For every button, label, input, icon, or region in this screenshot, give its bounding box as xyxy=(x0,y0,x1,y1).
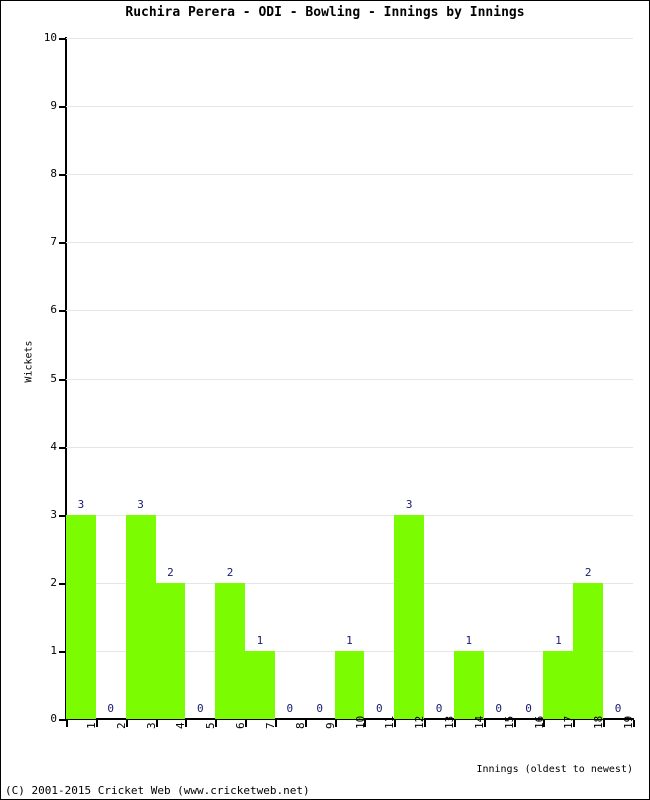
bar-value-label: 2 xyxy=(584,565,592,579)
bar-value-label: 0 xyxy=(495,702,502,715)
x-axis-tick-mark xyxy=(483,720,486,727)
x-axis-tick-mark xyxy=(304,720,307,727)
bar-value-label: 1 xyxy=(465,633,473,647)
y-axis-tick-mark xyxy=(59,106,66,109)
gridline xyxy=(66,38,633,39)
y-axis-tick-mark xyxy=(59,310,66,313)
bar-value-label: 0 xyxy=(525,702,532,715)
bar-value-label: 1 xyxy=(256,633,264,647)
y-axis-title: Wickets xyxy=(23,340,35,383)
bar-value-label: 0 xyxy=(196,702,204,715)
bar xyxy=(394,514,425,719)
chart-title: Ruchira Perera - ODI - Bowling - Innings… xyxy=(125,5,525,20)
x-axis-tick-mark xyxy=(513,720,516,727)
x-axis-tick-mark xyxy=(424,720,427,727)
bar-value-label: 0 xyxy=(435,702,443,715)
bar-value-label: 0 xyxy=(614,702,622,715)
bar xyxy=(155,582,186,719)
bar xyxy=(453,650,484,719)
y-axis-tick-mark xyxy=(59,514,66,517)
bar xyxy=(215,582,246,719)
bar xyxy=(125,514,156,719)
gridline xyxy=(66,174,633,176)
y-axis-tick-label: 2 xyxy=(50,575,57,589)
y-axis-tick-label: 10 xyxy=(43,31,57,44)
bar-value-label: 0 xyxy=(107,702,115,715)
gridline xyxy=(66,446,633,448)
y-axis-tick-label: 1 xyxy=(50,643,57,657)
y-axis-tick-mark xyxy=(59,582,66,585)
bar-value-label: 2 xyxy=(167,565,174,579)
y-axis-tick-label: 8 xyxy=(50,167,57,181)
bar xyxy=(543,650,574,719)
y-axis-tick-mark xyxy=(59,719,66,721)
y-axis-tick-label: 0 xyxy=(50,712,57,725)
y-axis-tick-label: 3 xyxy=(50,507,57,521)
x-axis-tick-mark xyxy=(633,720,635,727)
y-axis-tick-label: 9 xyxy=(50,99,57,113)
x-axis-tick-mark xyxy=(364,720,367,727)
bar-value-label: 0 xyxy=(376,702,383,715)
plot-area: 3 0 3 2 0 2 1 0 0 1 0 3 0 1 0 0 1 2 0 xyxy=(66,38,633,719)
y-axis-tick-mark xyxy=(59,650,66,653)
x-axis-tick-mark xyxy=(125,720,128,727)
x-axis-tick-mark xyxy=(155,720,158,727)
bar-value-label: 0 xyxy=(286,702,294,715)
y-axis-tick-mark xyxy=(59,242,66,245)
y-axis-tick-mark xyxy=(59,174,66,177)
x-axis-tick-mark xyxy=(66,720,68,727)
gridline xyxy=(66,106,633,108)
bar-value-label: 2 xyxy=(226,565,234,579)
x-axis-tick-mark xyxy=(245,720,248,727)
chart-container: Ruchira Perera - ODI - Bowling - Innings… xyxy=(0,0,650,800)
y-axis-tick-mark xyxy=(59,378,66,381)
bar-value-label: 1 xyxy=(555,633,562,647)
x-axis-title: Innings (oldest to newest) xyxy=(476,764,633,775)
gridline xyxy=(66,242,633,244)
y-axis-tick-mark xyxy=(59,38,66,40)
bar-value-label: 1 xyxy=(346,633,353,647)
bar-value-label: 3 xyxy=(405,497,413,511)
bar-value-label: 3 xyxy=(77,497,85,511)
y-axis-tick-label: 7 xyxy=(50,235,57,249)
x-axis-tick-mark xyxy=(185,720,188,727)
x-axis-tick-mark xyxy=(573,720,576,727)
x-axis-tick-mark xyxy=(603,720,606,727)
x-axis-tick-mark xyxy=(453,720,456,727)
bar-value-label: 0 xyxy=(316,702,323,715)
bar xyxy=(573,582,604,719)
bar xyxy=(66,514,96,719)
x-axis-tick-mark xyxy=(215,720,218,727)
gridline xyxy=(66,310,633,312)
footer-copyright: (C) 2001-2015 Cricket Web (www.cricketwe… xyxy=(5,784,310,797)
y-axis-tick-mark xyxy=(59,446,66,449)
bar xyxy=(334,650,365,719)
x-axis-tick-mark xyxy=(334,720,337,727)
bar xyxy=(245,650,275,719)
x-axis-tick-mark xyxy=(543,720,546,727)
y-axis-tick-label: 6 xyxy=(50,303,57,317)
x-axis-tick-mark xyxy=(95,720,98,727)
y-axis-tick-label: 4 xyxy=(50,439,57,453)
x-axis-tick-mark xyxy=(394,720,397,727)
x-axis-tick-mark xyxy=(274,720,277,727)
gridline xyxy=(66,378,633,380)
bar-value-label: 3 xyxy=(137,497,144,511)
